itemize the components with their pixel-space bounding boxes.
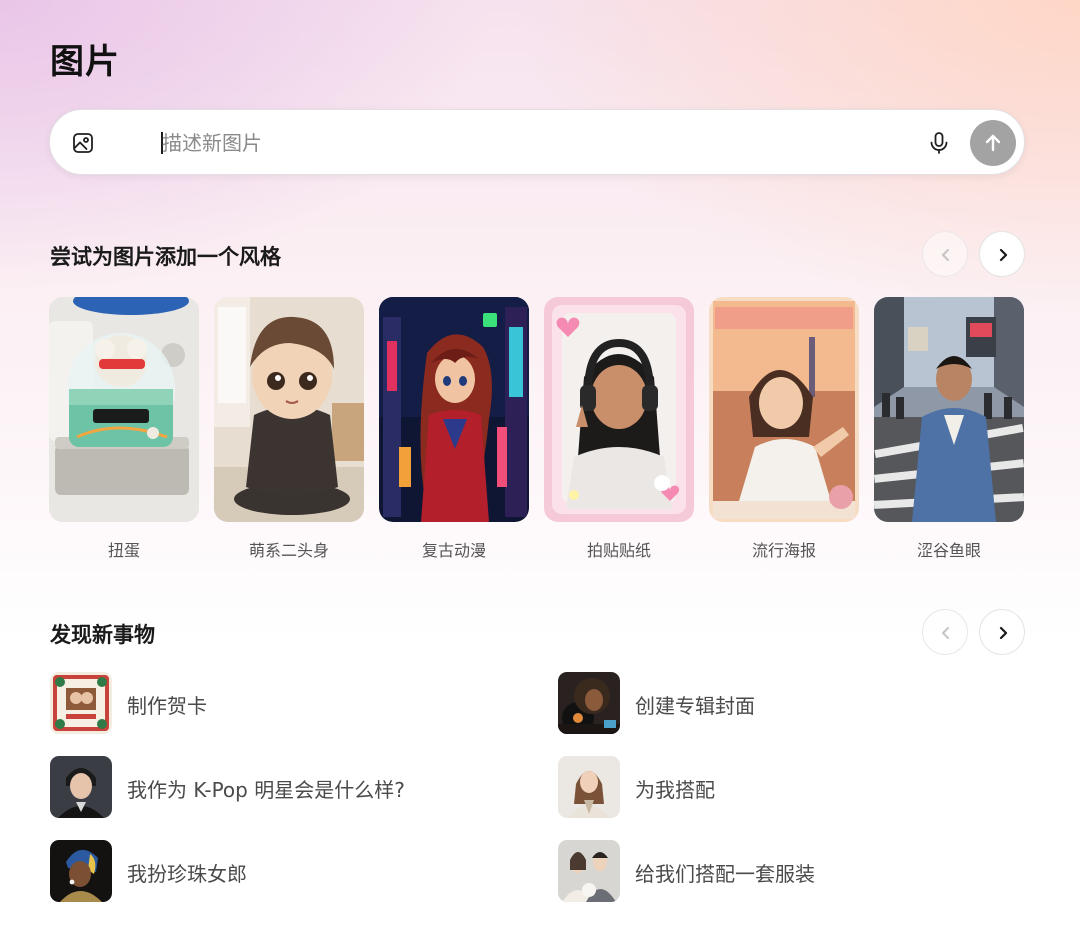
pearl-earring-thumbnail [50,840,112,902]
style-next-button[interactable] [979,231,1025,277]
pop-poster-thumbnail [709,297,859,522]
discover-label: 创建专辑封面 [635,694,755,718]
style-label: 萌系二头身 [248,541,329,560]
album-cover-thumbnail [558,672,620,734]
send-button[interactable] [970,120,1016,166]
discover-label: 为我搭配 [635,778,715,802]
image-icon[interactable] [71,131,95,155]
kpop-star-thumbnail [50,756,112,818]
style-section-title: 尝试为图片添加一个风格 [50,245,281,269]
discover-item-pearl-earring[interactable]: 我扮珍珠女郎 [50,840,510,902]
discover-label: 给我们搭配一套服装 [635,862,815,886]
discover-item-album-cover[interactable]: 创建专辑封面 [558,672,1018,734]
style-label: 流行海报 [751,541,816,560]
chevron-right-icon [999,626,1008,640]
outfit-for-us-thumbnail [558,840,620,902]
style-carousel: 扭蛋 萌系二头身 复古动漫 拍贴贴纸 流行海报 涩谷鱼眼 [49,297,1025,561]
arrow-up-icon [985,134,1001,152]
discover-item-style-me[interactable]: 为我搭配 [558,756,1018,818]
prompt-bar[interactable] [49,109,1025,175]
discover-label: 制作贺卡 [127,694,207,718]
style-prev-button[interactable] [922,231,968,277]
style-card-retro-anime[interactable]: 复古动漫 [379,297,529,561]
style-label: 扭蛋 [107,541,140,560]
style-label: 复古动漫 [421,541,486,560]
discover-label: 我扮珍珠女郎 [127,862,247,886]
discover-section-title: 发现新事物 [50,623,155,647]
style-card-pop-poster[interactable]: 流行海报 [709,297,859,561]
discover-prev-button[interactable] [922,609,968,655]
chevron-right-icon [999,248,1008,262]
photo-sticker-thumbnail [544,297,694,522]
discover-item-greeting-card[interactable]: 制作贺卡 [50,672,510,734]
microphone-icon[interactable] [926,130,952,156]
discover-list: 制作贺卡 创建专辑封面 我作为 K-Pop 明星会是什么样? 为我搭配 我扮珍珠… [50,672,1030,912]
greeting-card-thumbnail [50,672,112,734]
style-card-gashapon[interactable]: 扭蛋 [49,297,199,561]
style-card-chibi[interactable]: 萌系二头身 [214,297,364,561]
style-card-photo-sticker[interactable]: 拍贴贴纸 [544,297,694,561]
discover-label: 我作为 K-Pop 明星会是什么样? [127,778,405,802]
style-card-shibuya-fisheye[interactable]: 涩谷鱼眼 [874,297,1024,561]
retro-anime-thumbnail [379,297,529,522]
chevron-left-icon [942,249,949,261]
style-me-thumbnail [558,756,620,818]
shibuya-fisheye-thumbnail [874,297,1024,522]
chibi-thumbnail [214,297,364,522]
style-label: 拍贴贴纸 [586,541,651,560]
chevron-left-icon [942,627,949,639]
style-label: 涩谷鱼眼 [916,541,981,560]
page-title: 图片 [50,42,120,82]
discover-item-outfit-for-us[interactable]: 给我们搭配一套服装 [558,840,1018,902]
discover-item-kpop-star[interactable]: 我作为 K-Pop 明星会是什么样? [50,756,510,818]
gashapon-thumbnail [49,297,199,522]
discover-next-button[interactable] [979,609,1025,655]
prompt-input[interactable] [162,126,942,160]
